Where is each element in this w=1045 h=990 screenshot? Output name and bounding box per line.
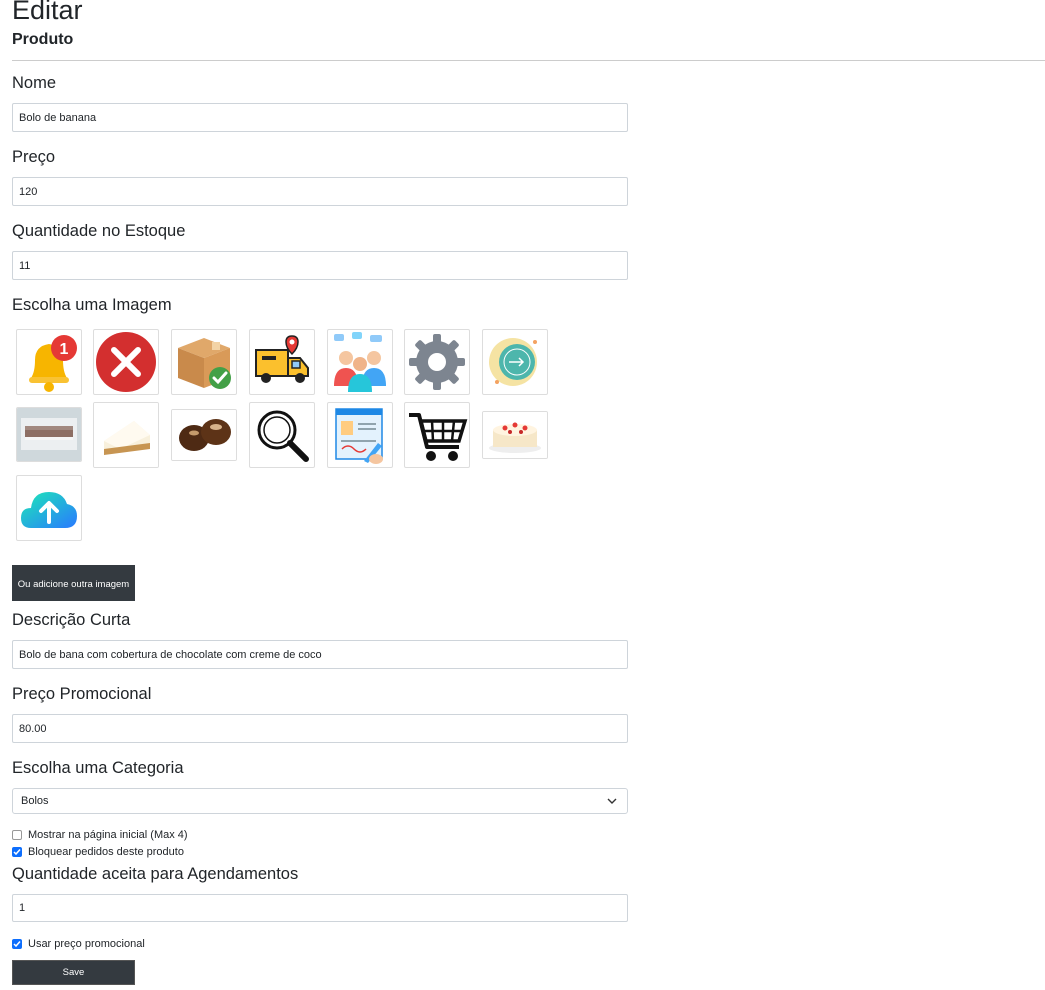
image-option-delivery-truck[interactable] <box>249 329 315 395</box>
divider <box>12 60 1045 61</box>
cloud-upload-icon <box>21 492 77 528</box>
categoria-label: Escolha uma Categoria <box>12 759 184 777</box>
preco-promocional-input[interactable] <box>12 714 628 743</box>
chocolate-truffles-photo <box>172 410 236 460</box>
bloquear-label: Bloquear pedidos deste produto <box>28 846 184 858</box>
image-option-magnifier[interactable] <box>249 402 315 468</box>
add-image-button[interactable]: Ou adicione outra imagem <box>12 565 135 601</box>
image-option-delivered-box[interactable] <box>171 329 237 395</box>
delivered-box-icon <box>178 338 231 389</box>
nome-label: Nome <box>12 74 57 92</box>
cheesecake-slice-photo <box>94 403 158 467</box>
strawberry-cake-photo <box>483 412 547 458</box>
categoria-select[interactable]: Bolos <box>12 788 628 814</box>
imagem-label: Escolha uma Imagem <box>12 296 172 314</box>
chevron-down-icon <box>607 798 617 804</box>
estoque-label: Quantidade no Estoque <box>12 222 186 240</box>
magnifier-icon <box>257 410 309 462</box>
image-option-chocolate-truffles[interactable] <box>171 409 237 461</box>
page-subtitle: Produto <box>12 31 74 48</box>
descricao-label: Descrição Curta <box>12 611 131 629</box>
settings-gear-icon <box>409 334 465 390</box>
categoria-selected-value: Bolos <box>21 795 49 807</box>
image-option-document-signing[interactable] <box>327 402 393 468</box>
image-option-notification-bell[interactable]: 1 <box>16 329 82 395</box>
checkmark-icon <box>13 941 21 948</box>
usar-promocional-label: Usar preço promocional <box>28 938 145 950</box>
svg-text:1: 1 <box>60 341 69 358</box>
image-option-time-clock[interactable] <box>482 329 548 395</box>
team-chat-icon <box>334 332 386 392</box>
cake-tray-photo <box>17 408 81 461</box>
page-title: Editar <box>12 0 83 25</box>
nome-input[interactable] <box>12 103 628 132</box>
image-option-settings-gear[interactable] <box>404 329 470 395</box>
mostrar-inicial-row: Mostrar na página inicial (Max 4) <box>12 828 188 842</box>
error-x-icon <box>96 332 156 392</box>
mostrar-inicial-label: Mostrar na página inicial (Max 4) <box>28 829 188 841</box>
preco-input[interactable] <box>12 177 628 206</box>
image-option-strawberry-cake[interactable] <box>482 411 548 459</box>
checkmark-icon <box>13 849 21 856</box>
bloquear-row: Bloquear pedidos deste produto <box>12 845 184 859</box>
usar-promocional-checkbox[interactable] <box>12 939 22 949</box>
save-button[interactable]: Save <box>12 960 135 985</box>
agendamentos-label: Quantidade aceita para Agendamentos <box>12 865 299 883</box>
image-option-cake-tray[interactable] <box>16 407 82 462</box>
document-signing-icon <box>335 408 383 464</box>
preco-promocional-label: Preço Promocional <box>12 685 152 703</box>
usar-promocional-row: Usar preço promocional <box>12 937 145 951</box>
image-option-error[interactable] <box>93 329 159 395</box>
estoque-input[interactable] <box>12 251 628 280</box>
time-clock-icon <box>489 338 537 386</box>
shopping-cart-icon <box>409 413 468 461</box>
agendamentos-input[interactable] <box>12 894 628 922</box>
image-option-cloud-upload[interactable] <box>16 475 82 541</box>
image-option-shopping-cart[interactable] <box>404 402 470 468</box>
image-option-cheesecake[interactable] <box>93 402 159 468</box>
bloquear-checkbox[interactable] <box>12 847 22 857</box>
mostrar-inicial-checkbox[interactable] <box>12 830 22 840</box>
image-option-team-chat[interactable] <box>327 329 393 395</box>
descricao-input[interactable] <box>12 640 628 669</box>
delivery-truck-icon <box>255 335 309 383</box>
preco-label: Preço <box>12 148 56 166</box>
notification-bell-icon: 1 <box>29 335 77 392</box>
